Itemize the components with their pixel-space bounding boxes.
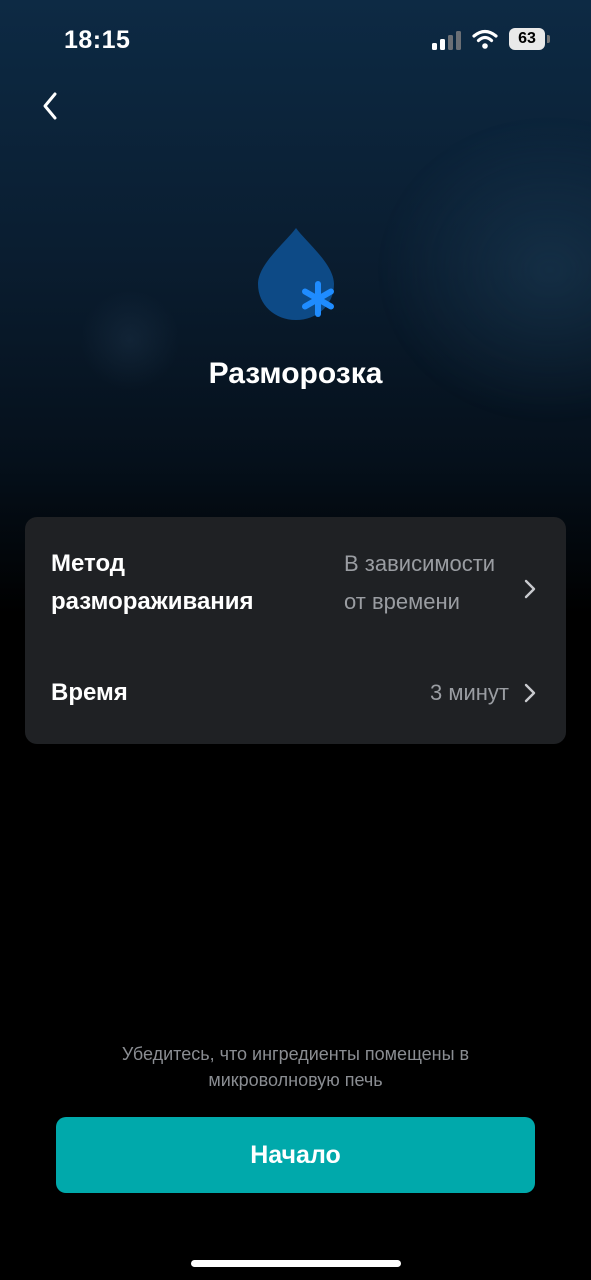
- battery-icon: 63: [509, 28, 545, 50]
- setting-row-time[interactable]: Время 3 минут: [25, 667, 566, 717]
- start-button[interactable]: Начало: [56, 1117, 535, 1193]
- chevron-right-icon: [524, 683, 536, 703]
- battery-cap: [547, 35, 550, 43]
- back-button[interactable]: [30, 84, 70, 128]
- setting-row-defrost-method[interactable]: Метод размораживания В зависимости от вр…: [25, 545, 566, 635]
- page-title: Разморозка: [208, 357, 383, 390]
- wifi-icon: [472, 29, 498, 49]
- chevron-right-icon: [524, 579, 536, 599]
- hint-text: Убедитесь, что ингредиенты помещены в ми…: [121, 1044, 470, 1090]
- water-drop-snowflake-icon: [258, 228, 334, 320]
- chevron-left-icon: [43, 92, 57, 120]
- setting-value: 3 минут: [430, 680, 509, 705]
- setting-value: В зависимости от времени: [344, 551, 496, 614]
- home-indicator[interactable]: [191, 1260, 401, 1267]
- setting-label: Метод размораживания: [51, 550, 254, 615]
- status-bar: 18:15 63: [0, 0, 591, 80]
- status-time: 18:15: [64, 26, 131, 54]
- setting-label: Время: [51, 679, 128, 706]
- signal-icon: [432, 31, 461, 50]
- settings-card: Метод размораживания В зависимости от вр…: [25, 517, 566, 744]
- screen: 18:15 63 Разморозка Метод размораживания…: [0, 0, 591, 1280]
